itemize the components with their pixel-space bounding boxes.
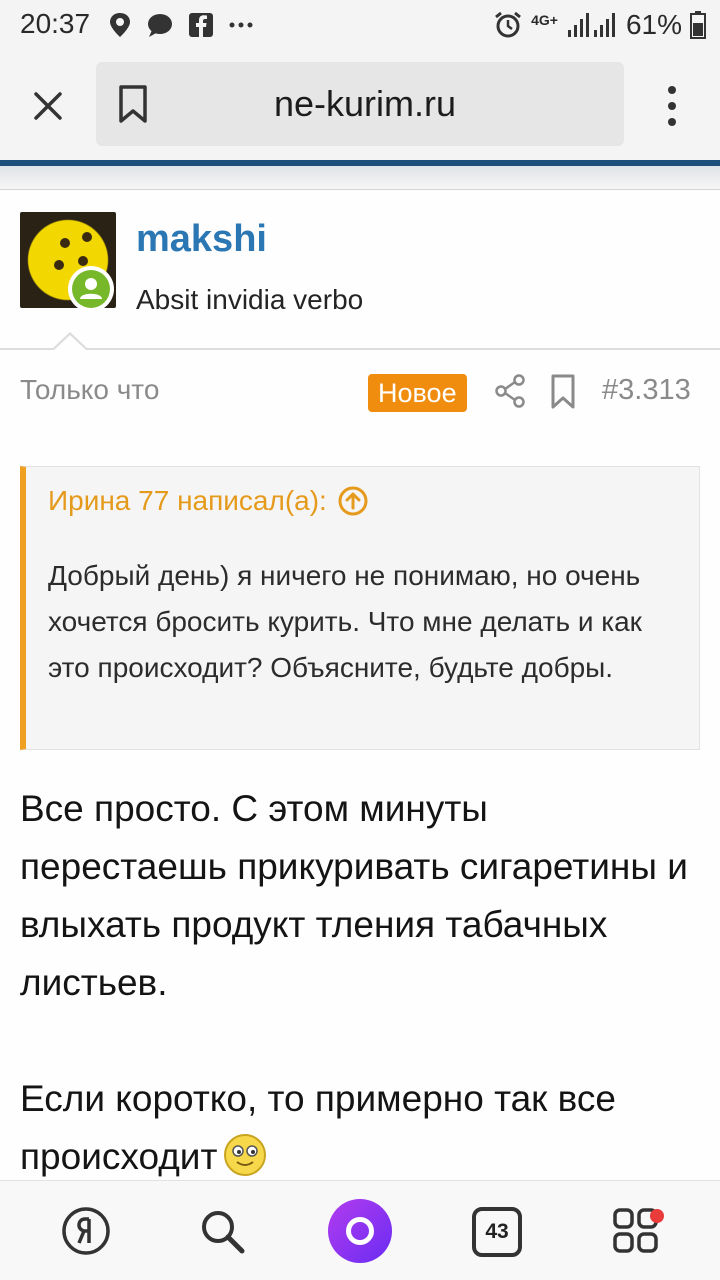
quote-block: Ирина 77 написал(а): Добрый день) я ниче…: [20, 466, 700, 750]
alarm-icon: [495, 11, 522, 38]
battery-icon: [690, 11, 706, 39]
post-number[interactable]: #3.313: [602, 374, 691, 407]
user-title: Absit invidia verbo: [136, 284, 364, 315]
quote-author[interactable]: Ирина 77 написал(а):: [48, 485, 327, 517]
divider: [0, 348, 720, 350]
browser-toolbar: ne-kurim.ru: [0, 50, 720, 160]
status-bar: 20:37 4G+ 61%: [0, 0, 720, 50]
avatar-detail: [78, 256, 88, 266]
close-icon[interactable]: [28, 86, 68, 126]
avatar-detail: [82, 232, 92, 242]
alice-icon[interactable]: [328, 1199, 392, 1263]
address-bar[interactable]: ne-kurim.ru: [96, 62, 624, 146]
signal-icon: [567, 13, 615, 37]
location-icon: [110, 13, 130, 37]
tabs-button[interactable]: 43: [472, 1207, 522, 1257]
network-type: 4G+: [531, 12, 558, 28]
quote-text: Добрый день) я ничего не понимаю, но оче…: [48, 560, 642, 683]
message-paragraph: Если коротко, то примерно так все происх…: [20, 1078, 616, 1177]
chat-icon: [148, 14, 172, 37]
share-icon[interactable]: [494, 374, 526, 408]
online-status-badge: [68, 266, 114, 312]
search-icon[interactable]: [192, 1201, 252, 1261]
user-icon: [80, 278, 102, 299]
more-icon: [229, 22, 253, 28]
facebook-icon: [189, 13, 213, 37]
post-time[interactable]: Только что: [20, 374, 159, 406]
page-content: makshi Absit invidia verbo Только что Но…: [0, 160, 720, 1180]
message-paragraph-with-smiley: Если коротко, то примерно так все происх…: [20, 1070, 700, 1180]
new-badge: Новое: [368, 374, 467, 412]
battery-percent: 61%: [625, 9, 682, 40]
message-paragraph: Все просто. С этом минуты перестаешь при…: [20, 788, 688, 1003]
post-bookmark-icon[interactable]: [550, 374, 576, 410]
avatar-detail: [60, 238, 70, 248]
yandex-icon[interactable]: [56, 1201, 116, 1261]
url-text[interactable]: ne-kurim.ru: [96, 62, 624, 146]
menu-icon[interactable]: [660, 84, 684, 128]
post-message: Все просто. С этом минуты перестаешь при…: [20, 780, 700, 1180]
bookmark-icon[interactable]: [116, 84, 150, 124]
quote-header[interactable]: Ирина 77 написал(а):: [48, 485, 369, 517]
site-header-shade: [0, 166, 720, 190]
notification-dot: [650, 1209, 664, 1223]
username[interactable]: makshi: [136, 218, 267, 261]
smiley-icon: [224, 1134, 267, 1176]
avatar-detail: [54, 260, 64, 270]
divider-caret-fill: [54, 335, 86, 350]
arrow-up-circle-icon[interactable]: [337, 485, 369, 517]
bottom-navigation: 43: [0, 1180, 720, 1280]
status-time: 20:37: [20, 8, 91, 39]
